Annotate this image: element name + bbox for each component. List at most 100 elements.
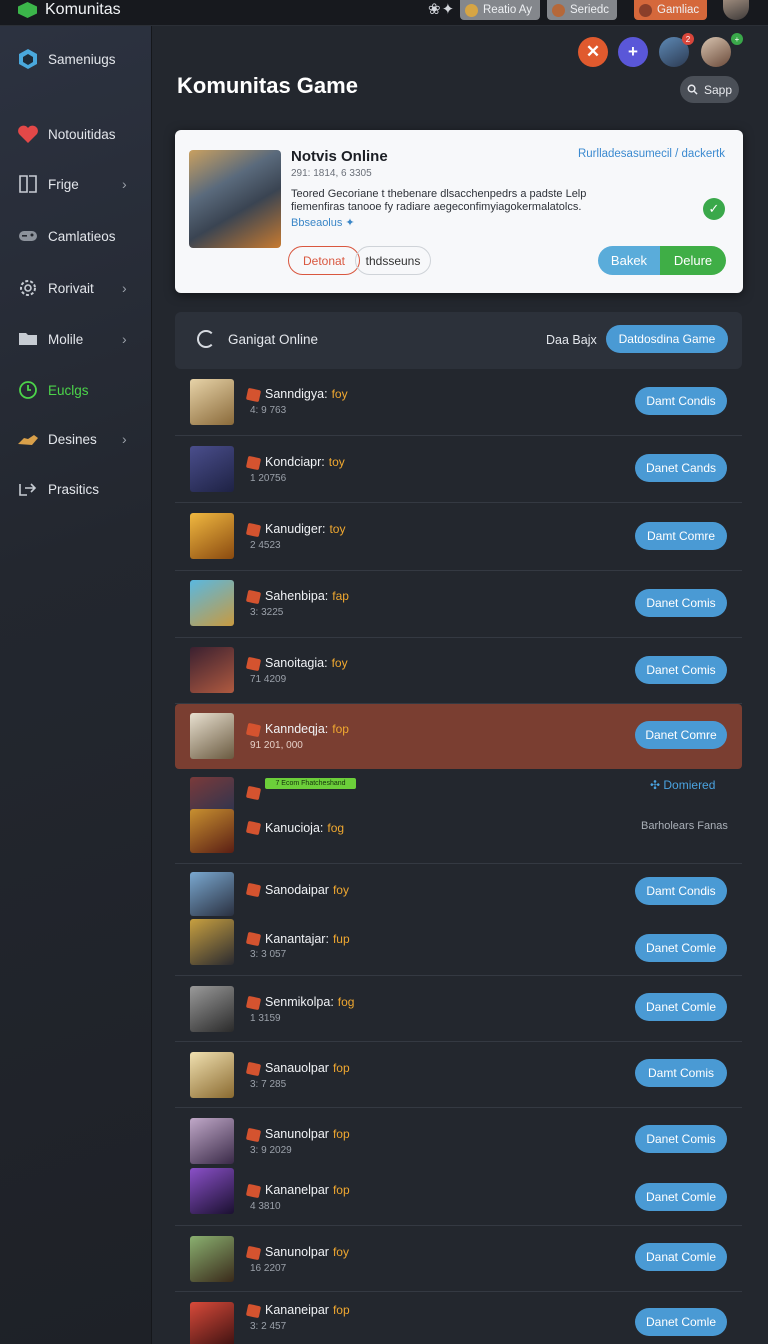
sidebar-item-rorivait[interactable]: Rorivait › — [0, 270, 152, 306]
loading-icon — [197, 330, 215, 348]
row-action-button[interactable]: Danet Comle — [635, 1183, 727, 1211]
dice-icon — [245, 722, 262, 738]
book-icon — [16, 173, 40, 195]
top-pill-1[interactable]: Reatio Ay — [460, 0, 541, 20]
notice-title: Notvis Online — [291, 148, 388, 165]
sidebar-item-sameniugs[interactable]: Sameniugs — [0, 41, 152, 77]
sidebar-item-euclgs[interactable]: Euclgs — [0, 372, 152, 408]
notice-link[interactable]: Bbseaolus ✦ — [291, 216, 355, 229]
game-stats: 1 3159 — [250, 1013, 281, 1024]
chevron-right-icon: › — [122, 280, 127, 296]
list-item[interactable]: 7 Ecom Fhatcheshand ✣ Domiered Kanucioja… — [175, 769, 742, 864]
sidebar-item-label: Notouitidas — [48, 126, 116, 142]
top-bar: Komunitas ❀✦ Reatio Ay Seriedc Gamliac — [0, 0, 768, 26]
list-item[interactable]: Kananeipar fop 3: 2 457 Danet Comle — [175, 1292, 742, 1344]
sidebar-item-prasitics[interactable]: Prasitics — [0, 471, 152, 507]
sidebar-item-notouitidas[interactable]: Notouitidas — [0, 116, 152, 152]
game-stats: 2 4523 — [250, 540, 281, 551]
search-icon — [687, 84, 698, 95]
list-item[interactable]: Sanodaipar foy Damt Condis Kanantajar: fup… — [175, 864, 742, 976]
game-name: Sanoitagia: foy — [265, 656, 348, 670]
row-action-button[interactable]: Danet Comis — [635, 589, 727, 617]
list-header-button[interactable]: Datdosdina Game — [606, 325, 728, 353]
row-action-button[interactable]: Danet Comle — [635, 934, 727, 962]
list-item[interactable]: Kanudiger: toy 2 4523 Damt Comre — [175, 503, 742, 571]
sidebar: Sameniugs Notouitidas Frige › Camlatieos… — [0, 26, 152, 1344]
game-name: Sahenbipa: fap — [265, 589, 349, 603]
game-tag: foy — [332, 1245, 349, 1259]
game-tag: foy — [332, 883, 349, 897]
list-filter-label[interactable]: Daa Bajx — [546, 333, 597, 347]
check-icon: ✓ — [703, 198, 725, 220]
close-icon[interactable]: ✕ — [578, 37, 608, 67]
list-item[interactable]: Senmikolpa: fog 1 3159 Danet Comle — [175, 976, 742, 1042]
game-avatar — [190, 513, 234, 559]
game-name: Sanauolpar fop — [265, 1061, 350, 1075]
game-stats: 3: 7 285 — [250, 1079, 287, 1090]
notice-body: Teored Gecoriane t thebenare dlsacchenpe… — [291, 188, 587, 213]
sidebar-item-label: Molile — [48, 331, 84, 347]
game-stats: 16 2207 — [250, 1263, 287, 1274]
row-action-button[interactable]: Damt Condis — [635, 387, 727, 415]
search-button[interactable]: Sapp — [680, 76, 739, 103]
list-item[interactable]: Sanauolpar fop 3: 7 285 Damt Comis — [175, 1042, 742, 1108]
game-avatar — [190, 713, 234, 759]
app-logo[interactable]: Komunitas — [18, 0, 121, 20]
row-action-button[interactable]: Danet Comis — [635, 656, 727, 684]
row-action-button[interactable]: Danet Comis — [635, 1125, 727, 1153]
game-tag: fop — [332, 722, 349, 736]
profile-avatar[interactable] — [701, 37, 731, 67]
back-button[interactable]: Bakek — [598, 246, 660, 275]
game-name: Sanndigya: foy — [265, 387, 348, 401]
list-item-selected[interactable]: Kanndeqja: fop 91 201, 000 Danet Comre — [175, 704, 742, 769]
top-pill-3[interactable]: Gamliac — [634, 0, 708, 20]
game-avatar — [190, 580, 234, 626]
game-name: Sanodaipar foy — [265, 883, 349, 897]
chevron-right-icon: › — [122, 176, 127, 192]
game-name: Kananelpar fop — [265, 1183, 350, 1197]
row-action-button[interactable]: Danet Comle — [635, 993, 727, 1021]
secondary-button[interactable]: thdsseuns — [355, 246, 431, 275]
list-item[interactable]: Kondciapr: toy 1 20756 Danet Cands — [175, 436, 742, 503]
sidebar-item-desines[interactable]: Desines › — [0, 421, 152, 457]
list-item[interactable]: Sahenbipa: fap 3: 3225 Danet Comis — [175, 571, 742, 638]
list-item[interactable]: Sanunolpar fop 3: 9 2029 Danet Comis Kana… — [175, 1108, 742, 1226]
dice-icon — [245, 387, 262, 403]
detonat-button[interactable]: Detonat — [288, 246, 360, 275]
game-avatar — [190, 919, 234, 965]
row-action-button[interactable]: Danet Cands — [635, 454, 727, 482]
sparkle-icon[interactable]: ❀✦ — [428, 0, 455, 18]
list-item[interactable]: Sanunolpar foy 16 2207 Danat Comle — [175, 1226, 742, 1292]
deliver-button[interactable]: Delure — [660, 246, 726, 275]
game-stats: 3: 3225 — [250, 607, 284, 618]
game-name: Senmikolpa: fog — [265, 995, 355, 1009]
row-action-button[interactable]: Damt Comre — [635, 522, 727, 550]
list-item[interactable]: Sanoitagia: foy 71 4209 Danet Comis — [175, 638, 742, 704]
sidebar-item-label: Rorivait — [48, 280, 94, 296]
user-avatar[interactable] — [723, 0, 749, 20]
game-name: Sanunolpar foy — [265, 1245, 349, 1259]
row-action-button[interactable]: Danet Comle — [635, 1308, 727, 1336]
top-pill-label: Gamliac — [657, 4, 700, 16]
sidebar-item-camlatieos[interactable]: Camlatieos — [0, 218, 152, 254]
game-avatar — [190, 446, 234, 492]
dice-icon — [245, 1245, 262, 1261]
sidebar-item-molile[interactable]: Molile › — [0, 321, 152, 357]
row-action-button[interactable]: Danat Comle — [635, 1243, 727, 1271]
sidebar-item-frige[interactable]: Frige › — [0, 166, 152, 202]
row-link-action[interactable]: ✣ Domiered — [650, 778, 715, 792]
hexagon-icon — [16, 48, 40, 70]
game-avatar — [190, 1168, 234, 1214]
pill-avatar-icon — [639, 3, 652, 17]
share-icon — [16, 478, 40, 500]
add-icon[interactable]: + — [618, 37, 648, 67]
gear-icon — [16, 277, 40, 299]
list-item[interactable]: Sanndigya: foy 4: 9 763 Damt Condis — [175, 370, 742, 436]
top-pill-2[interactable]: Seriedc — [547, 0, 617, 20]
row-action-button[interactable]: Damt Condis — [635, 877, 727, 905]
pill-avatar-icon — [465, 3, 478, 17]
row-action-button[interactable]: Danet Comre — [635, 721, 727, 749]
notice-breadcrumb[interactable]: Rurlladesasumecil / dackertk — [578, 148, 725, 160]
row-action-button[interactable]: Damt Comis — [635, 1059, 727, 1087]
game-tag: toy — [328, 455, 345, 469]
